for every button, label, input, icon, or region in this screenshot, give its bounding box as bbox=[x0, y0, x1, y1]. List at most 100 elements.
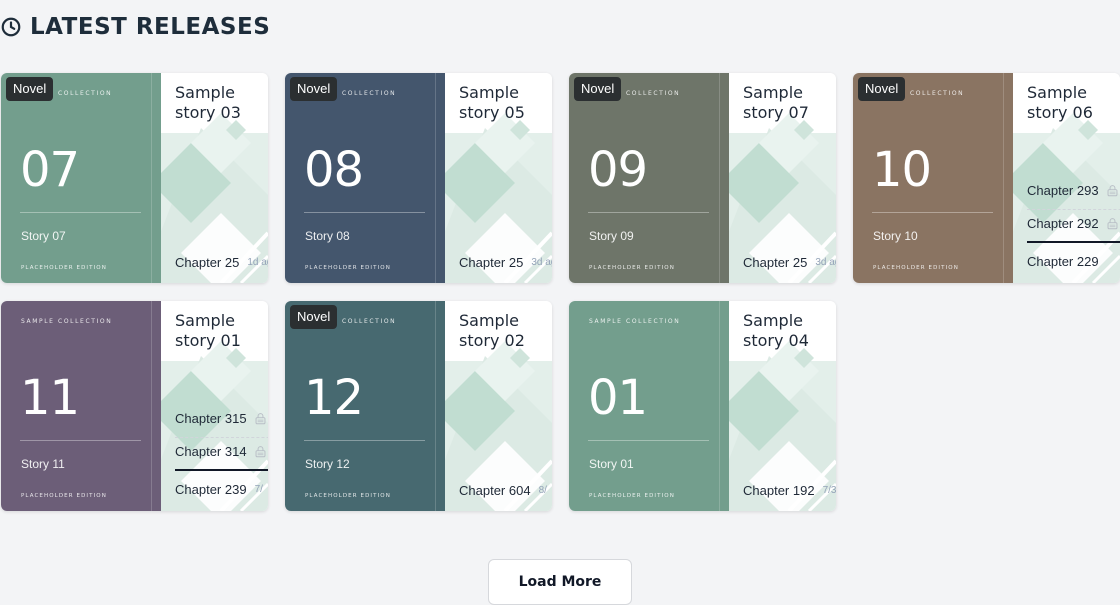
card-info: Sample story 01 Chapter 315 Chapter 314 … bbox=[161, 301, 268, 511]
cover-divider bbox=[304, 212, 425, 213]
cover-spine-line bbox=[435, 301, 436, 511]
chapter-label: Chapter 239 bbox=[175, 482, 247, 497]
book-cover[interactable]: SAMPLE COLLECTION 11 Story 11 PLACEHOLDE… bbox=[1, 301, 161, 511]
story-title[interactable]: Sample story 01 bbox=[175, 311, 267, 351]
lock-icon bbox=[255, 413, 266, 425]
edition-label: PLACEHOLDER EDITION bbox=[589, 493, 675, 499]
collection-label: COLLECTION bbox=[342, 318, 397, 325]
cover-spine-line bbox=[1003, 73, 1004, 283]
chapter-link[interactable]: Chapter 604 8/ bbox=[459, 483, 547, 498]
chapter-time: 7/3 bbox=[822, 485, 836, 496]
collection-label: SAMPLE COLLECTION bbox=[21, 318, 113, 325]
chapter-link[interactable]: Chapter 25 3d ago bbox=[743, 255, 836, 270]
card-info: Sample story 06 Chapter 293 Chapter 292 … bbox=[1013, 73, 1120, 283]
collection-label: COLLECTION bbox=[58, 90, 113, 97]
chapter-link[interactable]: Chapter 25 1d ago bbox=[175, 255, 268, 270]
lock-icon bbox=[255, 446, 266, 458]
clock-icon bbox=[1, 17, 21, 37]
chapter-time: 1d ago bbox=[247, 257, 268, 268]
card-info: Sample story 02 Chapter 604 8/ bbox=[445, 301, 552, 511]
book-cover[interactable]: Novel COLLECTION 09 Story 09 PLACEHOLDER… bbox=[569, 73, 729, 283]
story-title[interactable]: Sample story 04 bbox=[743, 311, 835, 351]
chapter-label: Chapter 25 bbox=[743, 255, 808, 270]
novel-badge: Novel bbox=[290, 77, 338, 101]
edition-label: PLACEHOLDER EDITION bbox=[21, 493, 107, 499]
chapter-link[interactable]: Chapter 314 bbox=[175, 444, 267, 459]
card-info: Sample story 04 Chapter 192 7/3 bbox=[729, 301, 836, 511]
chapter-time: 7/ bbox=[254, 484, 263, 495]
cover-story-name: Story 10 bbox=[873, 229, 918, 243]
chapter-label: Chapter 314 bbox=[175, 444, 247, 459]
latest-chapter-divider bbox=[1027, 241, 1120, 243]
chapter-label: Chapter 315 bbox=[175, 411, 247, 426]
lock-icon bbox=[1107, 185, 1118, 197]
release-card[interactable]: Novel COLLECTION 10 Story 10 PLACEHOLDER… bbox=[853, 73, 1120, 283]
cover-story-name: Story 08 bbox=[305, 229, 350, 243]
card-info: Sample story 07 Chapter 25 3d ago bbox=[729, 73, 836, 283]
chapter-link[interactable]: Chapter 229 bbox=[1027, 254, 1107, 269]
chapter-label: Chapter 192 bbox=[743, 483, 815, 498]
cover-spine-line bbox=[435, 73, 436, 283]
section-header: LATEST RELEASES bbox=[0, 14, 270, 40]
story-title[interactable]: Sample story 05 bbox=[459, 83, 551, 123]
book-cover[interactable]: SAMPLE COLLECTION 01 Story 01 PLACEHOLDE… bbox=[569, 301, 729, 511]
book-cover[interactable]: Novel COLLECTION 07 Story 07 PLACEHOLDER… bbox=[1, 73, 161, 283]
edition-label: PLACEHOLDER EDITION bbox=[305, 265, 391, 271]
chapter-link[interactable]: Chapter 293 bbox=[1027, 183, 1119, 198]
cover-story-name: Story 11 bbox=[21, 457, 65, 471]
lock-icon bbox=[1107, 218, 1118, 230]
release-card[interactable]: SAMPLE COLLECTION 11 Story 11 PLACEHOLDE… bbox=[1, 301, 268, 511]
book-cover[interactable]: Novel COLLECTION 08 Story 08 PLACEHOLDER… bbox=[285, 73, 445, 283]
cover-spine-line bbox=[151, 301, 152, 511]
cover-divider bbox=[588, 440, 709, 441]
story-title[interactable]: Sample story 07 bbox=[743, 83, 835, 123]
chapter-link[interactable]: Chapter 25 3d ago bbox=[459, 255, 552, 270]
cover-spine-line bbox=[719, 301, 720, 511]
chapter-link[interactable]: Chapter 192 7/3 bbox=[743, 483, 836, 498]
cover-story-name: Story 01 bbox=[589, 457, 634, 471]
cover-number: 01 bbox=[588, 370, 648, 426]
cover-divider bbox=[20, 212, 141, 213]
chapter-label: Chapter 604 bbox=[459, 483, 531, 498]
cover-story-name: Story 07 bbox=[21, 229, 66, 243]
cover-story-name: Story 09 bbox=[589, 229, 634, 243]
cover-divider bbox=[304, 440, 425, 441]
chapter-label: Chapter 292 bbox=[1027, 216, 1099, 231]
chapter-time: 3d ago bbox=[815, 257, 836, 268]
cover-divider bbox=[872, 212, 993, 213]
chapter-link[interactable]: Chapter 315 bbox=[175, 411, 267, 426]
cover-divider bbox=[588, 212, 709, 213]
release-card[interactable]: Novel COLLECTION 08 Story 08 PLACEHOLDER… bbox=[285, 73, 552, 283]
chapter-divider bbox=[175, 437, 268, 438]
chapter-time: 3d ago bbox=[531, 257, 552, 268]
release-card[interactable]: SAMPLE COLLECTION 01 Story 01 PLACEHOLDE… bbox=[569, 301, 836, 511]
novel-badge: Novel bbox=[6, 77, 54, 101]
book-cover[interactable]: Novel COLLECTION 10 Story 10 PLACEHOLDER… bbox=[853, 73, 1013, 283]
latest-chapter-divider bbox=[175, 469, 268, 471]
cover-number: 10 bbox=[872, 142, 932, 198]
card-info: Sample story 05 Chapter 25 3d ago bbox=[445, 73, 552, 283]
story-title[interactable]: Sample story 02 bbox=[459, 311, 551, 351]
collection-label: COLLECTION bbox=[626, 90, 681, 97]
chapter-link[interactable]: Chapter 292 bbox=[1027, 216, 1119, 231]
novel-badge: Novel bbox=[858, 77, 906, 101]
book-cover[interactable]: Novel COLLECTION 12 Story 12 PLACEHOLDER… bbox=[285, 301, 445, 511]
chapter-link[interactable]: Chapter 239 7/ bbox=[175, 482, 263, 497]
load-more-button[interactable]: Load More bbox=[488, 559, 632, 605]
collection-label: COLLECTION bbox=[342, 90, 397, 97]
novel-badge: Novel bbox=[290, 305, 338, 329]
chapter-label: Chapter 293 bbox=[1027, 183, 1099, 198]
cover-spine-line bbox=[151, 73, 152, 283]
cover-number: 07 bbox=[20, 142, 80, 198]
edition-label: PLACEHOLDER EDITION bbox=[589, 265, 675, 271]
cover-divider bbox=[20, 440, 141, 441]
chapter-label: Chapter 25 bbox=[175, 255, 240, 270]
story-title[interactable]: Sample story 03 bbox=[175, 83, 267, 123]
release-card[interactable]: Novel COLLECTION 09 Story 09 PLACEHOLDER… bbox=[569, 73, 836, 283]
chapter-label: Chapter 229 bbox=[1027, 254, 1099, 269]
release-card[interactable]: Novel COLLECTION 07 Story 07 PLACEHOLDER… bbox=[1, 73, 268, 283]
collection-label: COLLECTION bbox=[910, 90, 965, 97]
release-card[interactable]: Novel COLLECTION 12 Story 12 PLACEHOLDER… bbox=[285, 301, 552, 511]
edition-label: PLACEHOLDER EDITION bbox=[21, 265, 107, 271]
story-title[interactable]: Sample story 06 bbox=[1027, 83, 1119, 123]
